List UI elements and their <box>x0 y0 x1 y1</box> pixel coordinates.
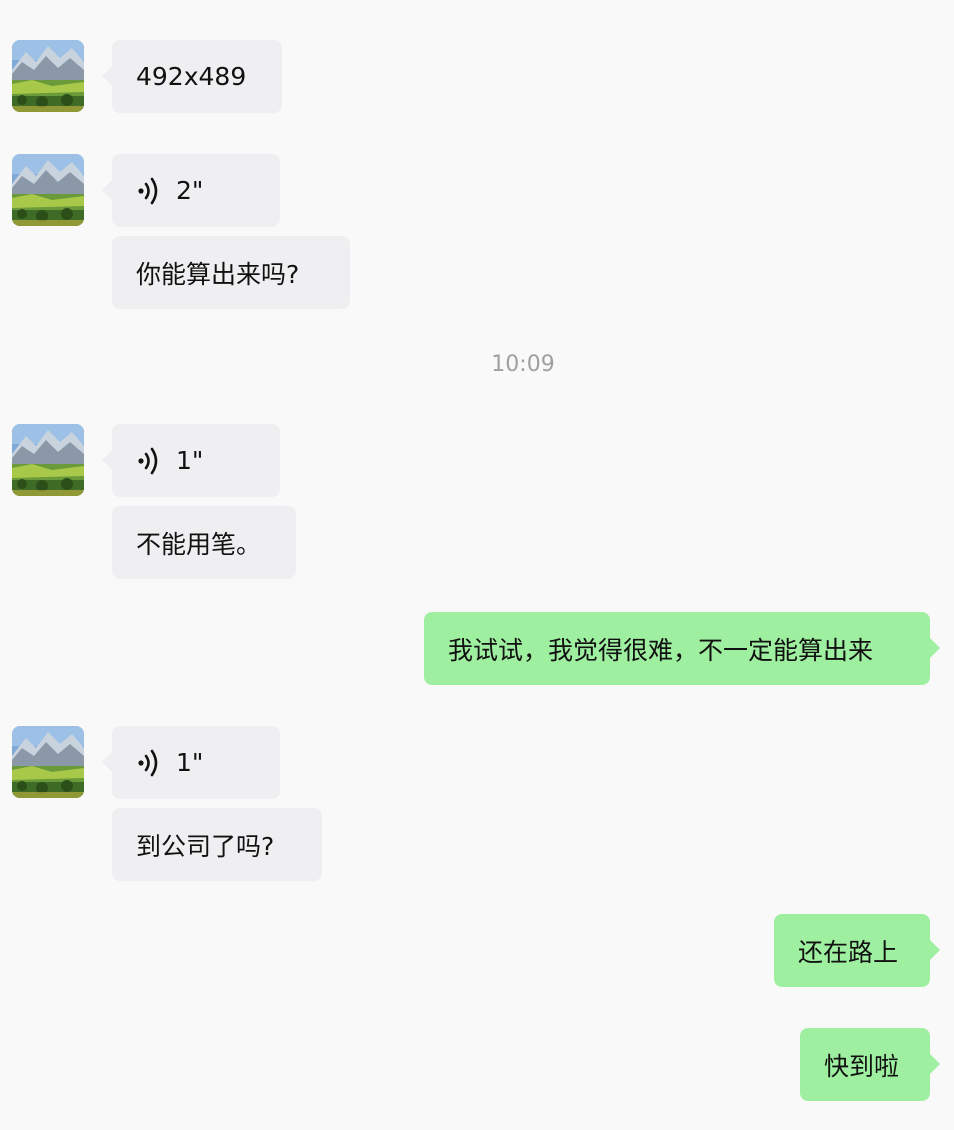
contact-avatar[interactable] <box>12 726 84 798</box>
contact-avatar[interactable] <box>12 40 84 112</box>
voice-message-bubble[interactable]: 1" <box>102 726 280 799</box>
message-text: 快到啦 <box>824 1051 900 1081</box>
message-bubble-incoming[interactable]: 到公司了吗? <box>112 808 322 881</box>
message-text: 我试试，我觉得很难，不一定能算出来 <box>448 635 874 665</box>
contact-avatar[interactable] <box>12 424 84 496</box>
contact-avatar[interactable] <box>12 154 84 226</box>
timestamp: 10:09 <box>491 352 555 377</box>
message-bubble-outgoing[interactable]: 还在路上 <box>774 914 940 987</box>
voice-duration: 2" <box>176 176 204 205</box>
avatar-image <box>12 40 84 112</box>
voice-wave-icon <box>136 176 162 206</box>
message-text: 你能算出来吗? <box>136 259 300 289</box>
message-bubble-incoming[interactable]: 不能用笔。 <box>112 506 296 579</box>
avatar-image <box>12 424 84 496</box>
message-bubble-incoming[interactable]: 你能算出来吗? <box>112 236 350 309</box>
avatar-image <box>12 726 84 798</box>
voice-wave-icon <box>136 748 162 778</box>
voice-wave-icon <box>136 446 162 476</box>
message-bubble-outgoing[interactable]: 我试试，我觉得很难，不一定能算出来 <box>424 612 940 685</box>
message-text: 到公司了吗? <box>136 831 275 861</box>
message-text: 还在路上 <box>798 937 899 967</box>
voice-message-bubble[interactable]: 1" <box>102 424 280 497</box>
message-text: 不能用笔。 <box>136 529 262 559</box>
message-bubble-incoming[interactable]: 492x489 <box>102 40 282 113</box>
avatar-image <box>12 154 84 226</box>
voice-message-bubble[interactable]: 2" <box>102 154 280 227</box>
message-bubble-outgoing[interactable]: 快到啦 <box>800 1028 940 1101</box>
voice-duration: 1" <box>176 446 204 475</box>
message-text: 492x489 <box>136 62 247 91</box>
voice-duration: 1" <box>176 748 204 777</box>
